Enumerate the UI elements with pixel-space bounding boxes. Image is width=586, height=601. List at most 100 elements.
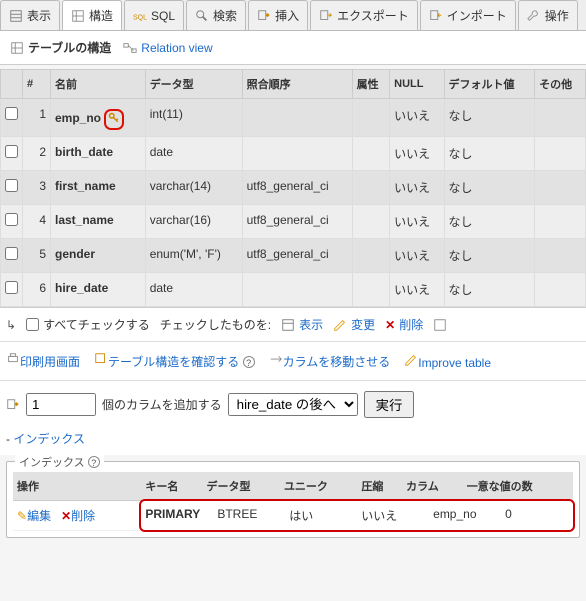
- withsel-text: チェックしたものを:: [160, 316, 271, 333]
- wrench-icon: [527, 9, 541, 23]
- tab-label: SQL: [151, 9, 175, 23]
- th-collation: 照合順序: [242, 70, 352, 99]
- index-drop[interactable]: ✕削除: [61, 509, 95, 523]
- tab-insert[interactable]: 挿入: [248, 0, 308, 30]
- idx-unique: はい: [285, 501, 357, 530]
- row-null: いいえ: [390, 171, 444, 205]
- row-num: 6: [23, 273, 51, 307]
- main-tabs: 表示 構造 SQL SQL 検索 挿入 エクスポート インポート 操作: [0, 0, 586, 31]
- export-icon: [319, 9, 333, 23]
- subtab-relation[interactable]: Relation view: [123, 41, 212, 55]
- th-action: 操作: [13, 472, 141, 501]
- column-row: 1emp_no int(11)いいえなし: [1, 99, 586, 137]
- row-num: 3: [23, 171, 51, 205]
- svg-text:SQL: SQL: [133, 14, 147, 21]
- row-extra: [535, 273, 586, 307]
- row-null: いいえ: [390, 273, 444, 307]
- row-default: なし: [444, 205, 535, 239]
- checkall-label[interactable]: すべてチェックする: [26, 316, 150, 333]
- th-name: 名前: [51, 70, 146, 99]
- search-icon: [195, 9, 209, 23]
- checkall-text: すべてチェックする: [43, 316, 150, 333]
- row-checkbox[interactable]: [5, 179, 18, 192]
- column-row: 6hire_date dateいいえなし: [1, 273, 586, 307]
- row-checkbox[interactable]: [5, 247, 18, 260]
- structure-icon: [10, 41, 24, 55]
- label: 削除: [399, 316, 423, 333]
- row-type: varchar(14): [145, 171, 242, 205]
- row-extra: [535, 171, 586, 205]
- row-extra: [535, 99, 586, 137]
- row-type: date: [145, 137, 242, 171]
- column-row: 2birth_date dateいいえなし: [1, 137, 586, 171]
- idx-packed: いいえ: [357, 501, 429, 530]
- add-column-row: 個のカラムを追加する hire_date の後へ 実行: [0, 381, 586, 428]
- row-num: 1: [23, 99, 51, 137]
- tab-label: 表示: [27, 7, 51, 24]
- row-default: なし: [444, 137, 535, 171]
- row-checkbox[interactable]: [5, 145, 18, 158]
- improve-table[interactable]: Improve table: [404, 353, 491, 370]
- row-attr: [352, 171, 389, 205]
- subtab-structure[interactable]: テーブルの構造: [10, 39, 111, 56]
- help-icon[interactable]: ?: [88, 456, 100, 468]
- tab-import[interactable]: インポート: [420, 0, 516, 30]
- row-collation: [242, 99, 352, 137]
- structure-icon: [94, 352, 108, 366]
- bulk-toolbar: ↳ すべてチェックする チェックしたものを: 表示 変更 ✕ 削除: [0, 307, 586, 342]
- add-go-button[interactable]: 実行: [364, 391, 415, 418]
- row-checkbox[interactable]: [5, 281, 18, 294]
- print-view[interactable]: 印刷用画面: [6, 352, 80, 370]
- checkall-checkbox[interactable]: [26, 318, 39, 331]
- label: 変更: [351, 316, 375, 333]
- bulk-change[interactable]: 変更: [333, 316, 375, 333]
- tab-structure[interactable]: 構造: [62, 0, 122, 30]
- move-columns[interactable]: カラムを移動させる: [269, 352, 391, 370]
- row-name: first_name: [51, 171, 146, 205]
- row-attr: [352, 205, 389, 239]
- th-type: データ型: [202, 472, 279, 501]
- row-attr: [352, 239, 389, 273]
- column-row: 3first_name varchar(14)utf8_general_ciいい…: [1, 171, 586, 205]
- row-null: いいえ: [390, 99, 444, 137]
- th-num: #: [23, 70, 51, 99]
- more-icon[interactable]: [433, 318, 447, 332]
- add-mid-text: 個のカラムを追加する: [102, 396, 222, 413]
- x-icon: ✕: [61, 509, 71, 523]
- arrow-up-icon: ↳: [6, 318, 16, 332]
- column-row: 5gender enum('M', 'F')utf8_general_ciいいえ…: [1, 239, 586, 273]
- row-checkbox[interactable]: [5, 107, 18, 120]
- propose-structure[interactable]: テーブル構造を確認する ?: [94, 352, 255, 370]
- bulk-browse[interactable]: 表示: [281, 316, 323, 333]
- structure-icon: [71, 9, 85, 23]
- th-check: [1, 70, 23, 99]
- row-extra: [535, 137, 586, 171]
- x-icon: ✕: [385, 318, 395, 332]
- tab-label: エクスポート: [337, 7, 409, 24]
- add-count-input[interactable]: [26, 393, 96, 416]
- row-checkbox[interactable]: [5, 213, 18, 226]
- row-name: gender: [51, 239, 146, 273]
- row-null: いいえ: [390, 205, 444, 239]
- tab-browse[interactable]: 表示: [0, 0, 60, 30]
- row-num: 2: [23, 137, 51, 171]
- th-attr: 属性: [352, 70, 389, 99]
- help-icon[interactable]: ?: [243, 356, 255, 368]
- row-extra: [535, 205, 586, 239]
- move-icon: [269, 352, 283, 366]
- indexes-link[interactable]: インデックス: [13, 432, 85, 446]
- primary-key-icon: [104, 109, 124, 130]
- th-null: NULL: [390, 70, 444, 99]
- tab-operations[interactable]: 操作: [518, 0, 578, 30]
- index-link-row: - インデックス: [0, 428, 586, 455]
- tab-search[interactable]: 検索: [186, 0, 246, 30]
- browse-icon: [9, 9, 23, 23]
- index-edit[interactable]: ✎編集: [17, 509, 51, 523]
- bulk-drop[interactable]: ✕ 削除: [385, 316, 423, 333]
- tab-sql[interactable]: SQL SQL: [124, 0, 184, 30]
- tab-export[interactable]: エクスポート: [310, 0, 418, 30]
- add-position-select[interactable]: hire_date の後へ: [228, 393, 358, 416]
- row-default: なし: [444, 273, 535, 307]
- indexes-fieldset: インデックス ? 操作 キー名 データ型 ユニーク 圧縮 カラム 一意な値の数 …: [6, 461, 580, 538]
- row-collation: [242, 137, 352, 171]
